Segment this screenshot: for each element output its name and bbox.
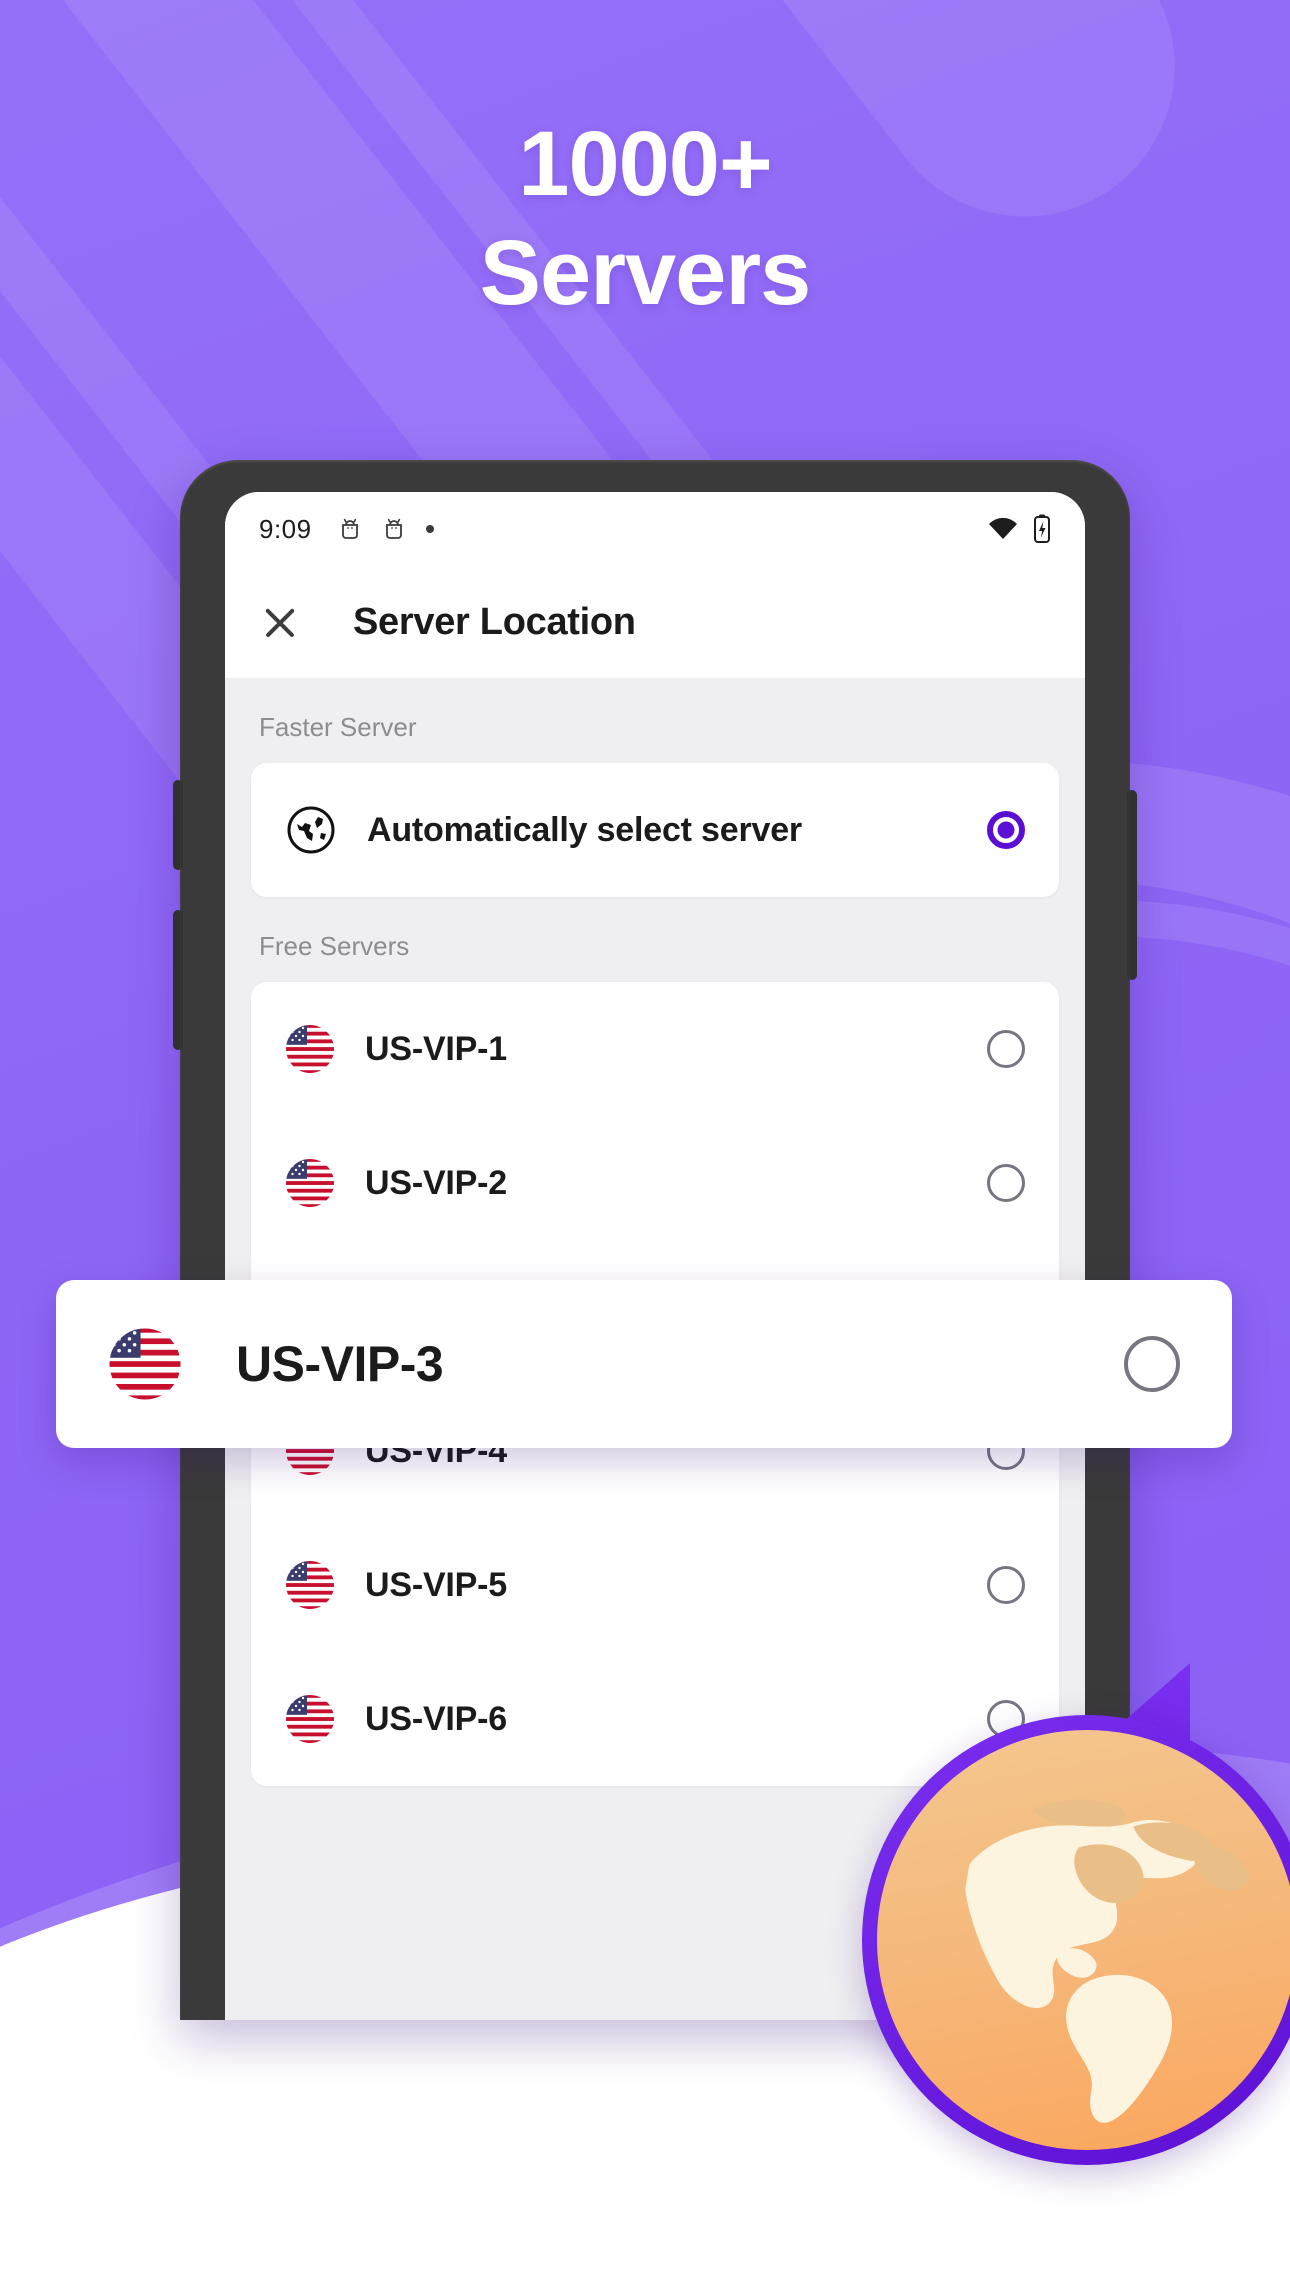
volume-down-button[interactable] xyxy=(173,910,183,1050)
page-title: 1000+ Servers xyxy=(0,110,1290,327)
radio-button[interactable] xyxy=(987,1164,1025,1202)
android-head-icon xyxy=(341,518,358,539)
battery-icon xyxy=(1034,514,1050,543)
bg-bottom-band xyxy=(0,2207,1290,2293)
screen-title: Server Location xyxy=(353,600,636,643)
globe-sphere xyxy=(877,1730,1290,2150)
status-left-icons xyxy=(338,516,434,542)
globe-icon xyxy=(287,806,335,854)
us-flag-icon xyxy=(286,1159,334,1207)
status-right-icons xyxy=(987,514,1051,544)
radio-button-selected[interactable] xyxy=(987,811,1025,849)
dot-icon xyxy=(425,525,434,533)
server-row-label: US-VIP-5 xyxy=(365,1565,507,1604)
radio-button[interactable] xyxy=(1124,1336,1180,1392)
us-flag-icon xyxy=(286,1695,334,1743)
app-bar: Server Location xyxy=(225,566,1085,678)
highlighted-server-card[interactable]: US-VIP-3 xyxy=(56,1280,1232,1448)
server-row[interactable]: US-VIP-1 xyxy=(251,982,1059,1116)
us-flag-icon xyxy=(109,1328,181,1400)
server-row[interactable]: US-VIP-2 xyxy=(251,1116,1059,1250)
radio-button[interactable] xyxy=(987,1030,1025,1068)
server-row-label: Automatically select server xyxy=(367,810,802,849)
status-time: 9:09 xyxy=(259,513,312,544)
server-row[interactable]: US-VIP-5 xyxy=(251,1518,1059,1652)
power-button[interactable] xyxy=(1127,790,1137,980)
server-row-auto[interactable]: Automatically select server xyxy=(251,763,1059,897)
highlighted-server-label: US-VIP-3 xyxy=(236,1336,444,1392)
globe-continents xyxy=(965,1799,1249,2123)
section-label-free: Free Servers xyxy=(259,931,410,961)
faster-server-card: Automatically select server xyxy=(251,763,1059,897)
status-bar: 9:09 xyxy=(225,492,1085,566)
radio-button[interactable] xyxy=(987,1566,1025,1604)
server-row[interactable]: US-VIP-6 xyxy=(251,1652,1059,1786)
wifi-icon xyxy=(989,517,1017,539)
us-flag-icon xyxy=(286,1561,334,1609)
globe-americas-icon xyxy=(862,1715,1290,2165)
volume-up-button[interactable] xyxy=(173,780,183,870)
headline-line-2: Servers xyxy=(479,221,812,324)
headline-line-1: 1000+ xyxy=(518,113,772,215)
android-head-icon xyxy=(385,518,402,539)
section-label-faster: Faster Server xyxy=(259,712,417,742)
server-row-label: US-VIP-6 xyxy=(365,1699,507,1738)
server-row-label: US-VIP-2 xyxy=(365,1163,507,1202)
us-flag-icon xyxy=(286,1025,334,1073)
server-row-label: US-VIP-1 xyxy=(365,1029,507,1068)
close-icon[interactable] xyxy=(259,601,301,643)
